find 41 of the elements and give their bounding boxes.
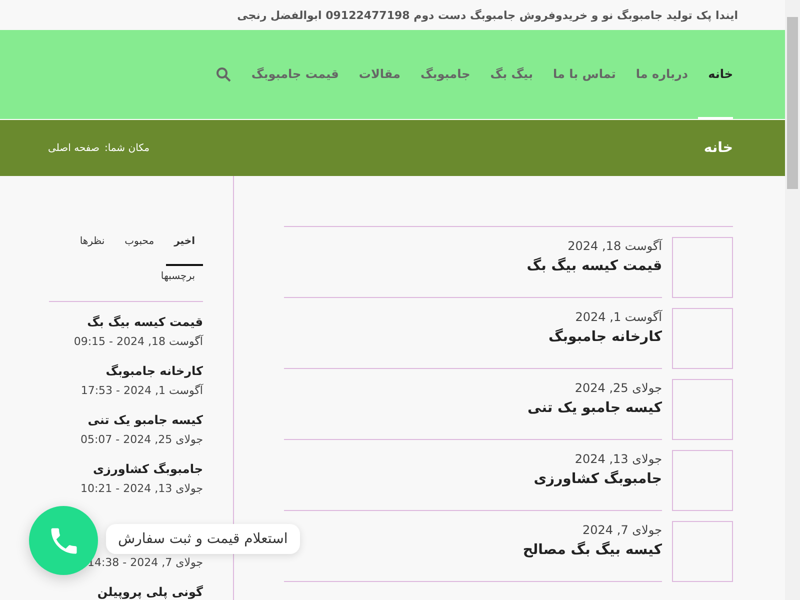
sidebar-post-date: جولای 13, 2024 - 10:21 (80, 482, 203, 496)
post-thumbnail[interactable] (672, 237, 733, 298)
sidebar-post-title[interactable]: جامبوبگ کشاورزی (93, 463, 203, 476)
post-title[interactable]: کارخانه جامبوبگ (548, 329, 662, 345)
sidebar-tab[interactable]: محبوب (116, 231, 162, 266)
post-title[interactable]: کیسه جامبو یک تنی (528, 400, 662, 416)
call-label[interactable]: استعلام قیمت و ثبت سفارش (106, 524, 300, 554)
post-thumbnail[interactable] (672, 379, 733, 440)
sidebar-tab[interactable]: برچسبها (152, 266, 203, 301)
nav-link[interactable]: مقالات (348, 30, 410, 119)
sidebar-post-title[interactable]: گونی پلی پروپیلن (97, 586, 203, 599)
sidebar-post-title[interactable]: کیسه جامبو یک تنی (88, 414, 203, 427)
post-date: جولای 13, 2024 (574, 452, 662, 466)
search-icon[interactable] (216, 67, 232, 82)
post-title[interactable]: قیمت کیسه بیگ بگ (526, 258, 662, 274)
nav-link[interactable]: درباره ما (626, 30, 698, 119)
nav-link[interactable]: جامبوبگ (410, 30, 480, 119)
sidebar-tab[interactable]: اخیر (166, 231, 203, 266)
sidebar-post-date: جولای 25, 2024 - 05:07 (80, 433, 203, 447)
sidebar-post-date: آگوست 1, 2024 - 17:53 (80, 384, 203, 398)
breadcrumb-label: مکان شما: (104, 142, 150, 154)
nav-link[interactable]: تماس با ما (542, 30, 626, 119)
post-title[interactable]: جامبوبگ کشاورزی (534, 471, 662, 487)
sidebar-post-title[interactable]: کارخانه جامبوبگ (106, 365, 203, 378)
post-title[interactable]: کیسه بیگ بگ مصالح (522, 542, 662, 558)
post-date: جولای 7, 2024 (582, 523, 662, 537)
sidebar-tab[interactable]: نظرها (72, 231, 113, 266)
scrollbar[interactable] (785, 0, 800, 600)
nav-link[interactable]: بیگ بگ (480, 30, 543, 119)
post-thumbnail[interactable] (672, 308, 733, 369)
post-thumbnail[interactable] (672, 521, 733, 582)
post-date: آگوست 18, 2024 (566, 239, 662, 253)
page-title: خانه (704, 140, 733, 156)
sidebar-post-title[interactable]: قیمت کیسه بیگ بگ (87, 316, 203, 329)
nav-link[interactable]: قیمت جامبوبگ (241, 30, 349, 119)
post-date: جولای 25, 2024 (574, 381, 662, 395)
breadcrumb-link[interactable]: صفحه اصلی (48, 142, 100, 154)
post-date: آگوست 1, 2024 (574, 310, 662, 324)
post-thumbnail[interactable] (672, 450, 733, 511)
sidebar-post-date: آگوست 18, 2024 - 09:15 (74, 335, 203, 349)
announcement-text: ایندا پک تولید جامبوبگ نو و خریدوفروش جامبوبگ دست دوم 09122477198 ابوالفضل رنجی (237, 8, 738, 22)
